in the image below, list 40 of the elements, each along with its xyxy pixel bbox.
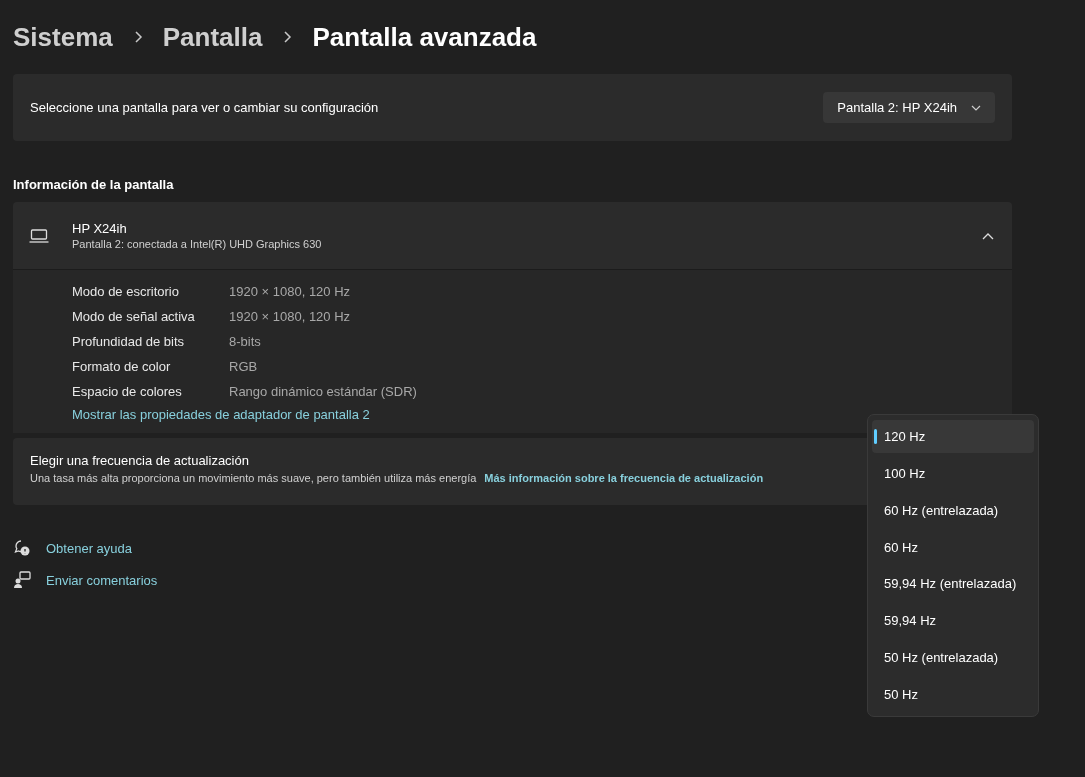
property-label: Profundidad de bits xyxy=(72,334,186,349)
feedback-link[interactable]: Enviar comentarios xyxy=(46,572,158,588)
property-value: 8-bits xyxy=(229,334,261,349)
property-label: Formato de color xyxy=(72,359,172,374)
setting-label: Elegir una frecuencia de actualización xyxy=(30,453,250,468)
laptop-icon xyxy=(29,228,49,243)
adapter-properties-link[interactable]: Mostrar las propiedades de adaptador de pantalla 2 xyxy=(72,407,370,422)
property-value: 1920 × 1080, 120 Hz xyxy=(229,309,351,324)
feedback-icon xyxy=(13,571,31,589)
breadcrumb-link[interactable]: Pantalla xyxy=(162,21,263,53)
help-icon xyxy=(13,539,31,557)
chevron-right-icon xyxy=(132,30,143,44)
property-label: Modo de señal activa xyxy=(72,309,196,324)
breadcrumb-link[interactable]: Sistema xyxy=(13,21,113,53)
property-label: Modo de escritorio xyxy=(72,284,180,299)
menu-item[interactable]: 60 Hz xyxy=(872,530,1034,564)
display-dropdown[interactable]: Pantalla 2: HP X24ih xyxy=(823,92,995,123)
help-link[interactable]: Obtener ayuda xyxy=(46,540,132,556)
menu-item[interactable]: 50 Hz (entrelazada) xyxy=(872,641,1034,675)
display-name: HP X24ih xyxy=(72,221,128,236)
property-value: RGB xyxy=(229,359,258,374)
chevron-right-icon xyxy=(282,30,293,44)
page-title: Pantalla avanzada xyxy=(312,21,537,53)
menu-item[interactable]: 120 Hz xyxy=(872,420,1034,453)
menu-item[interactable]: 59,94 Hz (entrelazada) xyxy=(872,567,1034,601)
menu-item[interactable]: 60 Hz (entrelazada) xyxy=(872,493,1034,527)
setting-description: Una tasa más alta proporciona un movimiento más suave, pero también utiliza más energía xyxy=(30,472,477,484)
more-info-link[interactable]: Más información sobre la frecuencia de actualización xyxy=(484,472,764,484)
chevron-icon xyxy=(982,231,994,240)
section-title: Información de la pantalla xyxy=(13,176,175,194)
chevron-down-icon xyxy=(971,104,981,111)
property-value: Rango dinámico estándar (SDR) xyxy=(229,384,417,399)
menu-item[interactable]: 100 Hz xyxy=(872,456,1034,490)
menu-item[interactable]: 50 Hz xyxy=(872,678,1034,711)
display-subtitle: Pantalla 2: conectada a Intel(R) UHD Graphics 630 xyxy=(72,238,323,250)
menu-item[interactable]: 59,94 Hz xyxy=(872,604,1034,638)
property-label: Espacio de colores xyxy=(72,384,183,399)
setting-label: Seleccione una pantalla para ver o cambiar su configuración xyxy=(30,100,379,115)
display-info-header[interactable]: HP X24ih Pantalla 2: conectada a Intel(R) UHD Graphics 630 xyxy=(13,202,1012,269)
property-value: 1920 × 1080, 120 Hz xyxy=(229,284,351,299)
